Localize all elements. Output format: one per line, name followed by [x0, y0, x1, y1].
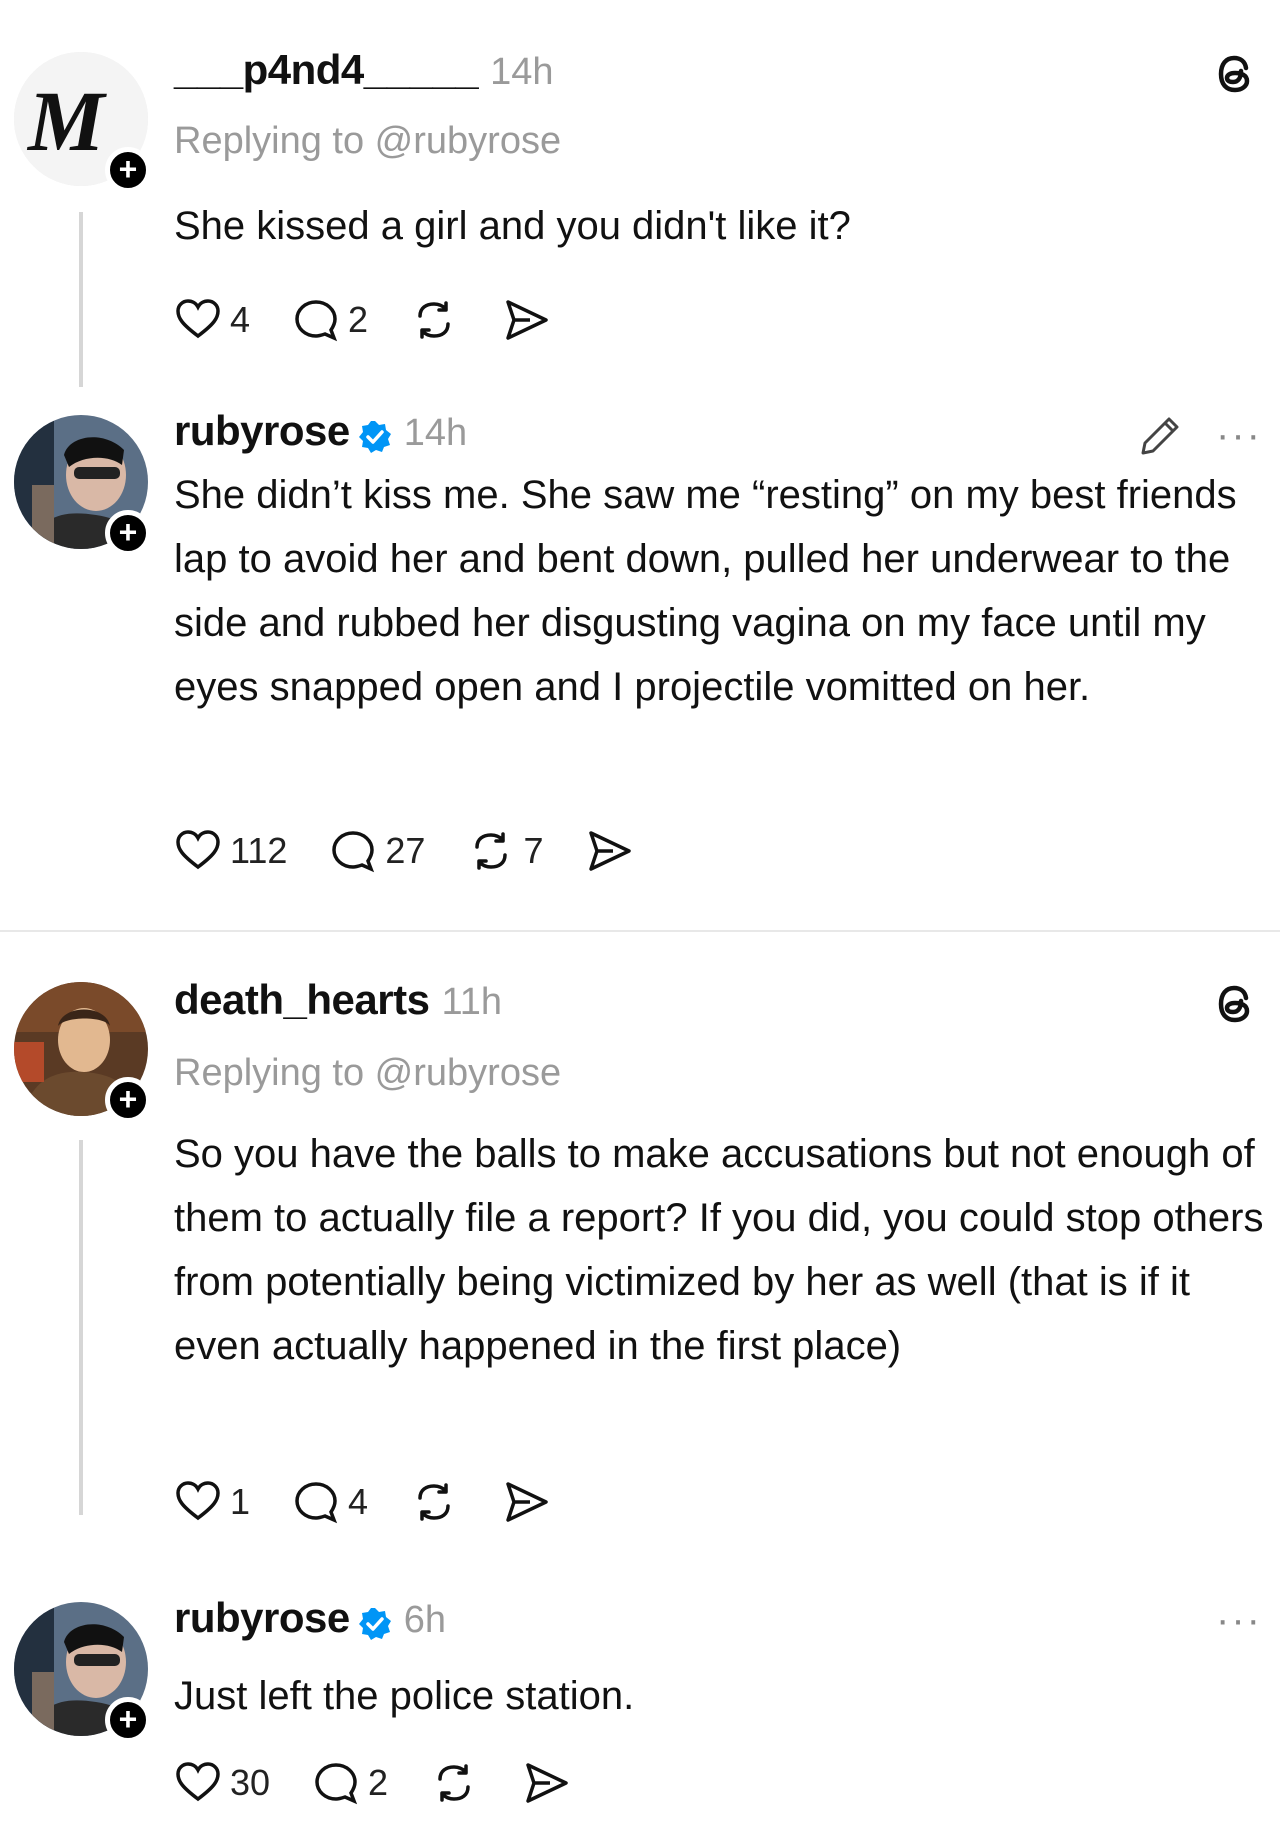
action-bar: 30 2 — [172, 1755, 612, 1811]
reply-button[interactable]: 27 — [327, 825, 425, 877]
post-header: ___p4nd4_____ 14h — [174, 46, 553, 106]
reply-icon — [315, 1763, 358, 1805]
post-header: rubyrose 6h — [174, 1594, 446, 1654]
reply-button[interactable]: 4 — [290, 1476, 368, 1528]
replying-to[interactable]: Replying to @rubyrose — [174, 120, 561, 163]
follow-plus-badge[interactable]: + — [105, 1077, 151, 1123]
verified-badge-icon — [358, 421, 391, 453]
like-button[interactable]: 30 — [172, 1757, 270, 1809]
thread-line — [79, 212, 83, 387]
username[interactable]: death_hearts — [174, 976, 430, 1024]
repost-button[interactable] — [408, 1476, 460, 1528]
share-button[interactable] — [500, 294, 552, 346]
heart-icon — [176, 299, 220, 339]
reply-icon — [295, 1482, 338, 1524]
timestamp: 6h — [403, 1599, 447, 1641]
repost-button[interactable] — [428, 1757, 480, 1809]
repost-icon — [475, 832, 508, 870]
post-text: Just left the police station. — [174, 1674, 635, 1718]
like-button[interactable]: 1 — [172, 1476, 250, 1528]
thread-line — [79, 1140, 83, 1515]
reply-icon — [295, 300, 338, 342]
like-count: 112 — [230, 830, 288, 871]
repost-count: 7 — [523, 830, 544, 871]
threads-logo-icon[interactable] — [1208, 46, 1264, 102]
action-bar: 1 4 — [172, 1474, 592, 1530]
follow-plus-badge[interactable]: + — [105, 1697, 151, 1743]
repost-icon — [418, 301, 450, 339]
replying-to[interactable]: Replying to @rubyrose — [174, 1052, 561, 1095]
reply-button[interactable]: 2 — [290, 294, 368, 346]
like-count: 30 — [230, 1762, 271, 1803]
threads-logo-icon[interactable] — [1208, 976, 1264, 1032]
share-button[interactable] — [520, 1757, 572, 1809]
share-icon — [506, 300, 548, 340]
heart-icon — [176, 1481, 220, 1521]
reply-count: 2 — [348, 299, 369, 340]
username[interactable]: rubyrose — [174, 407, 350, 455]
timestamp: 11h — [441, 981, 503, 1023]
heart-icon — [176, 1762, 220, 1802]
timestamp: 14h — [403, 412, 468, 454]
reply-button[interactable]: 2 — [310, 1757, 388, 1809]
reply-count: 4 — [348, 1481, 369, 1522]
post-divider — [0, 930, 1280, 932]
post-rubyrose-reply: + rubyrose 14h ··· She didn’t kiss me. S… — [0, 395, 1280, 925]
repost-button[interactable] — [408, 294, 460, 346]
more-icon[interactable]: ··· — [1216, 413, 1262, 458]
verified-badge-icon — [358, 1608, 391, 1640]
like-button[interactable]: 112 — [172, 825, 287, 877]
share-icon — [589, 831, 632, 871]
reply-icon — [332, 831, 375, 873]
action-bar: 4 2 — [172, 292, 592, 348]
like-count: 4 — [230, 299, 251, 340]
post-rubyrose-police: + rubyrose 6h ··· Just left the police s… — [0, 1580, 1280, 1833]
like-button[interactable]: 4 — [172, 294, 250, 346]
follow-plus-badge[interactable]: + — [105, 510, 151, 556]
avatar-letter: M — [26, 73, 107, 169]
action-bar: 112 27 7 — [172, 823, 675, 879]
username[interactable]: rubyrose — [174, 1594, 350, 1642]
post-text: She didn’t kiss me. She saw me “resting”… — [174, 473, 1237, 709]
post-text: So you have the balls to make accusation… — [174, 1132, 1264, 1368]
share-icon — [506, 1482, 548, 1522]
post-p4nd4: M + ___p4nd4_____ 14h Replying to @rubyr… — [0, 0, 1280, 395]
share-button[interactable] — [583, 825, 635, 877]
share-button[interactable] — [500, 1476, 552, 1528]
post-header: death_hearts 11h — [174, 976, 502, 1036]
post-text: She kissed a girl and you didn't like it… — [174, 204, 851, 248]
more-icon[interactable]: ··· — [1216, 1598, 1262, 1643]
share-icon — [526, 1763, 568, 1803]
like-count: 1 — [230, 1481, 251, 1522]
timestamp: 14h — [490, 51, 554, 93]
reply-count: 2 — [368, 1762, 389, 1803]
repost-icon — [418, 1483, 450, 1521]
follow-plus-badge[interactable]: + — [105, 147, 151, 193]
post-header: rubyrose 14h — [174, 407, 467, 467]
repost-icon — [438, 1764, 470, 1802]
reply-count: 27 — [385, 830, 426, 871]
edit-pencil-icon[interactable] — [1135, 411, 1185, 461]
heart-icon — [176, 830, 220, 870]
post-death-hearts: + death_hearts 11h Replying to @rubyrose… — [0, 940, 1280, 1560]
username[interactable]: ___p4nd4_____ — [174, 46, 479, 94]
repost-button[interactable]: 7 — [465, 825, 543, 877]
